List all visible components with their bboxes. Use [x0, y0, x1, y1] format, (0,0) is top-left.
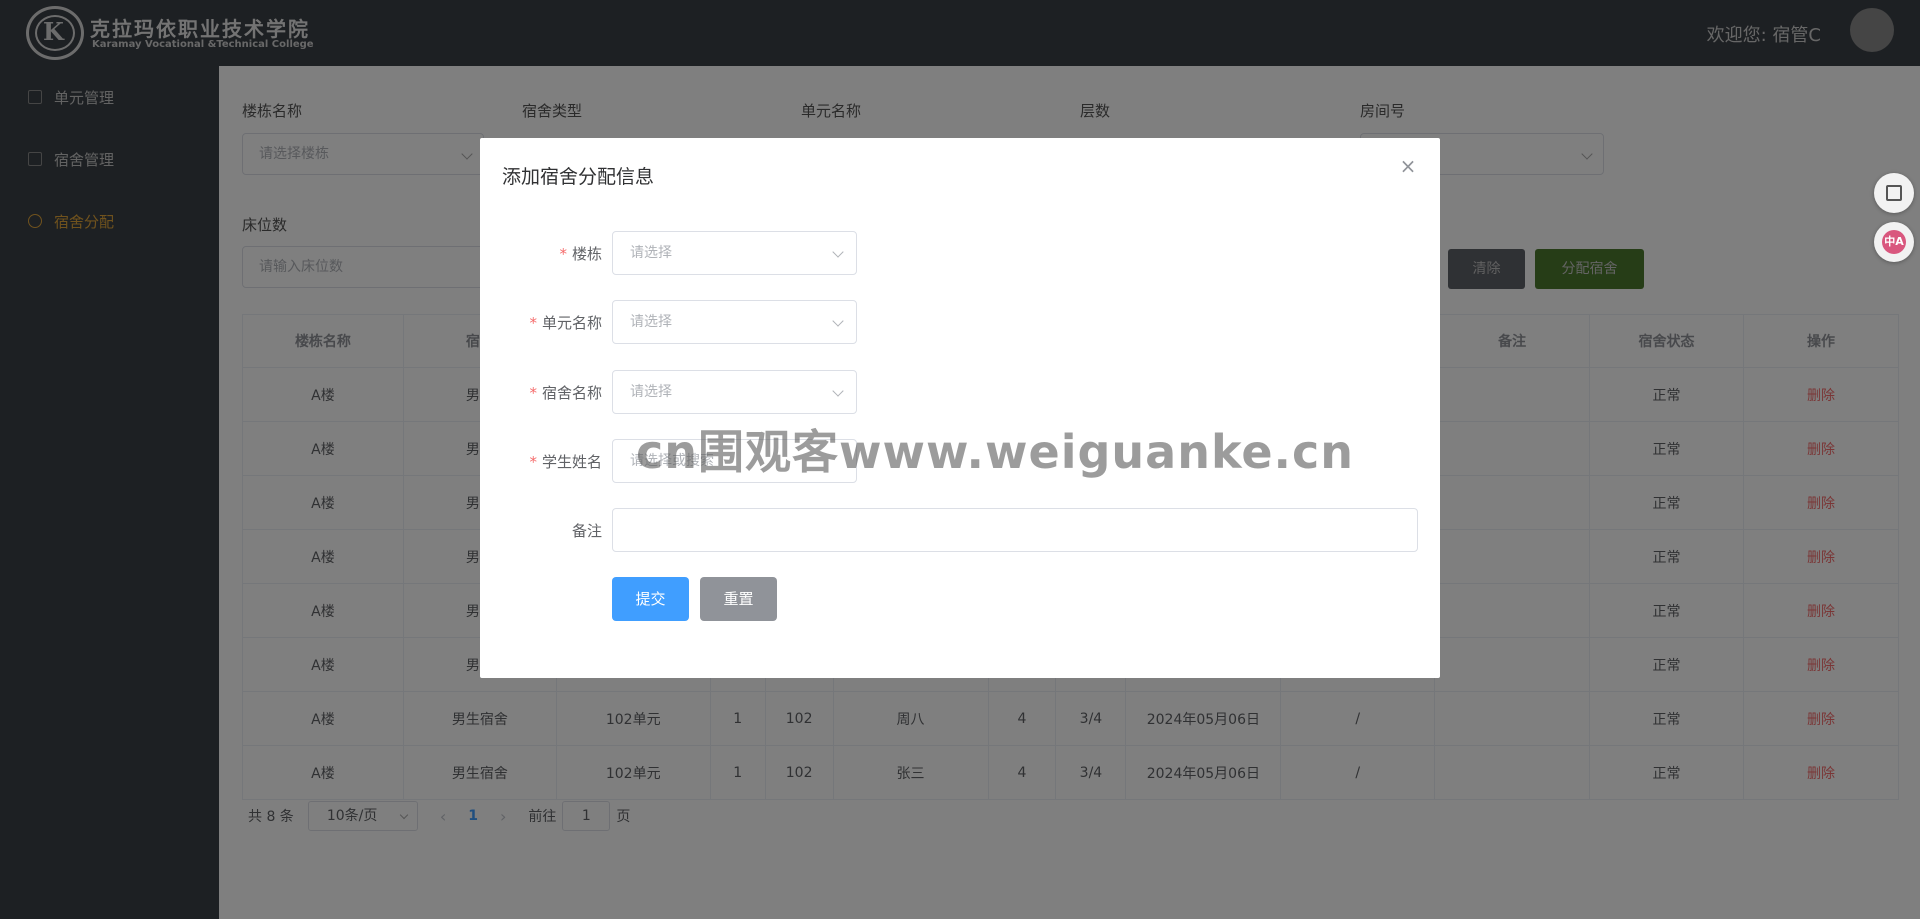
dorm-select[interactable]: 请选择: [612, 370, 857, 414]
translate-icon: 中A: [1882, 230, 1906, 254]
unit-select[interactable]: 请选择: [612, 300, 857, 344]
dialog-title: 添加宿舍分配信息: [502, 166, 655, 188]
watermark-text: cn围观客www.weiguanke.cn: [636, 425, 1355, 479]
add-allocation-dialog: 添加宿舍分配信息 × * 楼栋 请选择 * 单元名称 请选择 * 宿舍名称 请选择 *…: [480, 138, 1440, 678]
unit-placeholder: 请选择: [630, 314, 672, 330]
field-building-label: * 楼栋: [559, 245, 602, 263]
field-unit-label: * 单元名称: [529, 314, 602, 332]
apps-icon: [1886, 185, 1902, 201]
floating-app-button[interactable]: [1874, 173, 1914, 213]
chevron-down-icon: [832, 315, 844, 327]
field-remark-label: 备注: [571, 522, 602, 540]
chevron-down-icon: [832, 246, 844, 258]
reset-button[interactable]: 重置: [700, 577, 777, 621]
field-dorm-label: * 宿舍名称: [529, 384, 602, 402]
building-placeholder: 请选择: [630, 245, 672, 261]
submit-button[interactable]: 提交: [612, 577, 689, 621]
remark-input[interactable]: [612, 508, 1418, 552]
field-student-label: * 学生姓名: [529, 453, 602, 471]
dorm-placeholder: 请选择: [630, 384, 672, 400]
close-icon[interactable]: ×: [1398, 156, 1418, 176]
chevron-down-icon: [832, 385, 844, 397]
building-select[interactable]: 请选择: [612, 231, 857, 275]
floating-translate-button[interactable]: 中A: [1874, 222, 1914, 262]
